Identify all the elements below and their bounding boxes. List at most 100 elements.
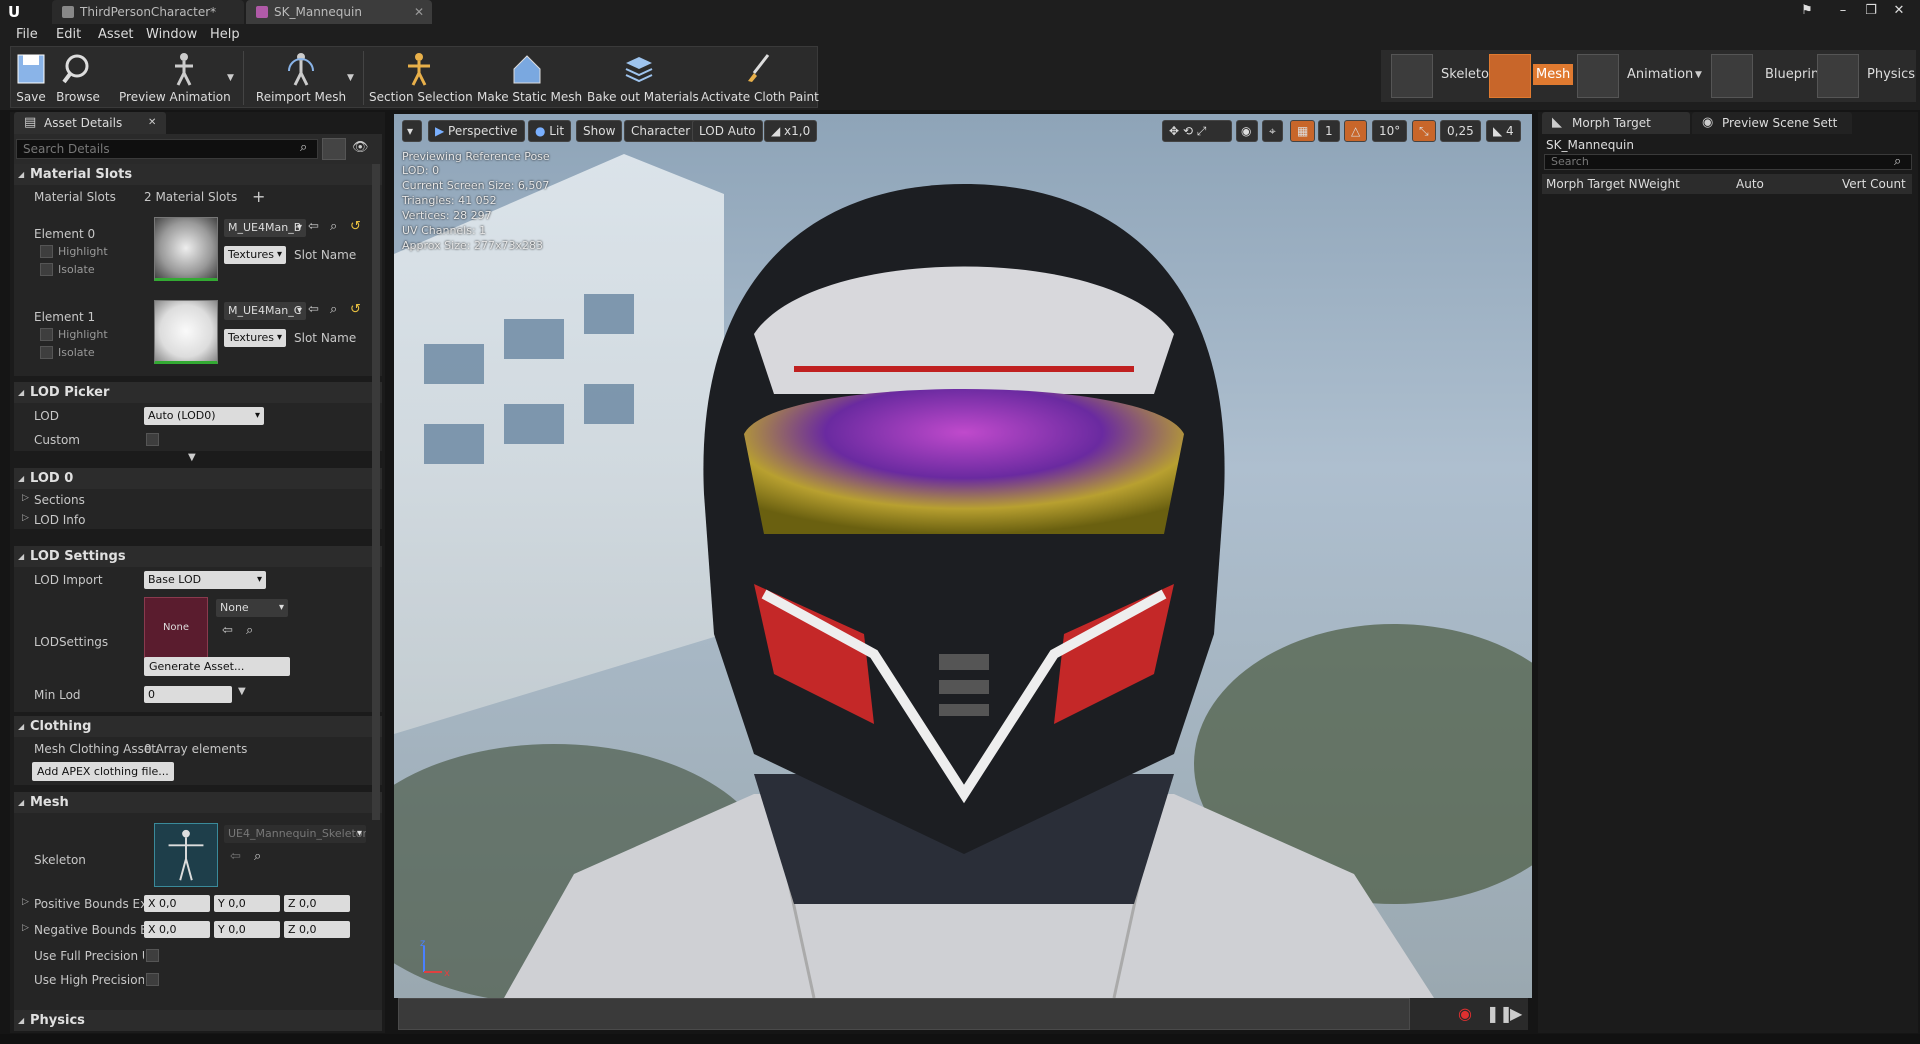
column-auto[interactable]: Auto (1736, 177, 1764, 191)
browse-magnifier-icon[interactable]: ⌕ (246, 623, 253, 638)
search-icon[interactable]: ⌕ (1894, 154, 1901, 169)
generate-asset-button[interactable]: Generate Asset... (144, 657, 290, 676)
morph-search-input[interactable]: Search (1544, 154, 1912, 170)
skeleton-combo[interactable]: UE4_Mannequin_Skeleton (224, 825, 366, 843)
viewport[interactable]: ▾ ▶ Perspective ● Lit Show Character LOD… (394, 114, 1532, 998)
world-local-icon[interactable]: ◉ (1236, 120, 1258, 142)
make-static-mesh-button[interactable]: Make Static Mesh (477, 47, 582, 109)
browse-button[interactable]: Browse (55, 47, 101, 109)
browse-magnifier-icon[interactable]: ⌕ (330, 302, 337, 317)
category-physics[interactable]: Physics (14, 1010, 382, 1031)
scale-snap-value[interactable]: 0,25 (1440, 120, 1481, 142)
reimport-mesh-button[interactable]: Reimport Mesh (249, 47, 353, 109)
property-matrix-icon[interactable] (322, 138, 346, 160)
tab-preview-scene-settings[interactable]: ◉ Preview Scene Sett (1692, 112, 1852, 134)
menu-help[interactable]: Help (210, 27, 240, 42)
sections-expand-icon[interactable]: ▷ (22, 493, 29, 503)
skeleton-thumbnail[interactable] (154, 823, 218, 887)
reset-arrow-icon[interactable]: ↺ (350, 302, 361, 317)
negative-bounds-y-input[interactable]: Y 0,0 (214, 921, 280, 938)
menu-window[interactable]: Window (146, 27, 197, 42)
column-weight[interactable]: Weight (1638, 177, 1680, 191)
lodsettings-thumbnail[interactable]: None (144, 597, 208, 661)
lod-info-label[interactable]: LOD Info (34, 513, 85, 527)
unreal-logo-icon[interactable]: U (8, 3, 28, 21)
add-material-slot-icon[interactable]: + (252, 187, 265, 206)
section-selection-button[interactable]: Section Selection (369, 47, 473, 109)
material-thumbnail[interactable] (154, 217, 218, 281)
browse-magnifier-icon[interactable]: ⌕ (330, 219, 337, 234)
rotation-snap-value[interactable]: 10° (1372, 120, 1408, 142)
minimize-button[interactable]: – (1830, 0, 1856, 22)
min-lod-dropdown-icon[interactable]: ▼ (238, 686, 246, 697)
close-tab-icon[interactable]: ✕ (148, 112, 156, 134)
isolate-checkbox[interactable] (40, 346, 53, 359)
material-combo[interactable]: M_UE4Man_B (224, 219, 306, 237)
view-options-eye-icon[interactable]: 👁 (352, 140, 369, 155)
highlight-checkbox[interactable] (40, 328, 53, 341)
search-details-input[interactable]: Search Details (16, 139, 318, 159)
positive-bounds-z-input[interactable]: Z 0,0 (284, 895, 350, 912)
positive-bounds-y-input[interactable]: Y 0,0 (214, 895, 280, 912)
timeline[interactable] (398, 998, 1410, 1030)
isolate-checkbox[interactable] (40, 263, 53, 276)
positive-bounds-x-input[interactable]: X 0,0 (144, 895, 210, 912)
play-forward-icon[interactable]: ▶ (1510, 1004, 1522, 1023)
material-combo[interactable]: M_UE4Man_C (224, 302, 306, 320)
material-thumbnail[interactable] (154, 300, 218, 364)
close-window-button[interactable]: ✕ (1886, 0, 1912, 22)
menu-asset[interactable]: Asset (98, 27, 134, 42)
playback-speed-button[interactable]: ◢ x1,0 (764, 120, 818, 142)
viewport-options-button[interactable]: ▾ (402, 120, 422, 142)
grid-snap-value[interactable]: 1 (1318, 120, 1340, 142)
column-vert-count[interactable]: Vert Count (1842, 177, 1906, 191)
save-button[interactable]: Save (11, 47, 51, 109)
activate-cloth-paint-button[interactable]: Activate Cloth Paint (701, 47, 819, 109)
use-selected-arrow-icon[interactable]: ⇦ (308, 219, 319, 234)
use-selected-arrow-icon[interactable]: ⇦ (308, 302, 319, 317)
mode-blueprint[interactable]: Blueprint (1711, 50, 1824, 102)
mode-mesh[interactable]: Mesh (1489, 50, 1574, 102)
category-lod-0[interactable]: LOD 0 (14, 468, 382, 489)
lodsettings-asset-combo[interactable]: None (216, 599, 288, 617)
tab-asset-details[interactable]: ▤ Asset Details ✕ (14, 112, 166, 134)
sections-label[interactable]: Sections (34, 493, 85, 507)
details-scrollbar[interactable] (372, 164, 380, 820)
lod-combo[interactable]: Auto (LOD0) (144, 407, 264, 425)
mode-skeleton[interactable]: Skeleton (1387, 50, 1497, 102)
min-lod-input[interactable]: 0 (144, 686, 232, 703)
category-clothing[interactable]: Clothing (14, 716, 382, 737)
reimport-dropdown-icon[interactable]: ▼ (347, 73, 355, 83)
negative-bounds-z-input[interactable]: Z 0,0 (284, 921, 350, 938)
reset-arrow-icon[interactable]: ↺ (350, 219, 361, 234)
preview-animation-dropdown-icon[interactable]: ▼ (227, 73, 235, 83)
expand-advanced-icon[interactable]: ▼ (188, 452, 196, 463)
search-icon[interactable]: ⌕ (300, 140, 307, 155)
tab-sk-mannequin[interactable]: SK_Mannequin ✕ (246, 0, 432, 24)
negative-bounds-expand-icon[interactable]: ▷ (22, 923, 29, 933)
category-mesh[interactable]: Mesh (14, 792, 382, 813)
menu-file[interactable]: File (16, 27, 38, 42)
camera-speed-button[interactable]: ◣ 4 (1486, 120, 1521, 142)
menu-edit[interactable]: Edit (56, 27, 81, 42)
transform-tools[interactable]: ✥ ⟲ ⤢ (1162, 120, 1232, 142)
grid-snap-icon[interactable]: ▦ (1290, 120, 1316, 142)
pause-icon[interactable]: ❚❚ (1486, 1004, 1513, 1023)
use-selected-arrow-icon[interactable]: ⇦ (222, 623, 233, 638)
category-lod-settings[interactable]: LOD Settings (14, 546, 382, 567)
high-precision-tangent-checkbox[interactable] (146, 973, 159, 986)
column-morph-target-name[interactable]: Morph Target N (1546, 177, 1638, 191)
textures-combo[interactable]: Textures (224, 246, 286, 264)
record-icon[interactable]: ◉ (1458, 1004, 1472, 1023)
lod-auto-button[interactable]: LOD Auto (692, 120, 763, 142)
add-apex-clothing-button[interactable]: Add APEX clothing file... (32, 762, 174, 781)
mode-physics[interactable]: Physics (1817, 50, 1915, 102)
lod-import-combo[interactable]: Base LOD (144, 571, 266, 589)
scale-snap-icon[interactable]: ⤡ (1412, 120, 1436, 142)
mode-animation[interactable]: Animation (1577, 50, 1693, 102)
maximize-button[interactable]: ❐ (1858, 0, 1884, 22)
lit-button[interactable]: ● Lit (528, 120, 572, 142)
rotation-snap-icon[interactable]: △ (1344, 120, 1368, 142)
lod-info-expand-icon[interactable]: ▷ (22, 513, 29, 523)
category-material-slots[interactable]: Material Slots (14, 164, 382, 185)
